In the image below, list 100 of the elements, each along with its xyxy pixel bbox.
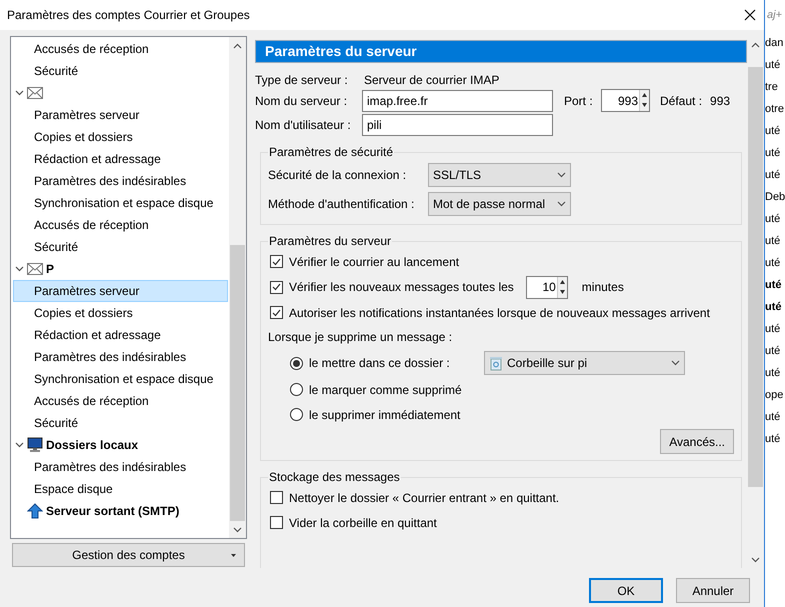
list-text-fragment: tre bbox=[765, 80, 779, 95]
checkbox-label[interactable]: Vérifier le courrier au lancement bbox=[289, 252, 460, 270]
tree-item[interactable]: Synchronisation et espace disque bbox=[13, 368, 228, 390]
expanded-chevron-icon[interactable] bbox=[14, 90, 24, 96]
list-text-fragment: uté bbox=[765, 146, 782, 161]
checkbox[interactable] bbox=[270, 280, 283, 294]
username-field[interactable]: pili bbox=[362, 114, 553, 136]
spinner-arrows-icon[interactable] bbox=[556, 276, 567, 298]
tree-item[interactable]: Rédaction et adressage bbox=[13, 324, 228, 346]
list-text-fragment: dan bbox=[765, 36, 784, 51]
upload-arrow-icon bbox=[27, 503, 43, 519]
dropdown-chevron-icon bbox=[671, 360, 680, 366]
tree-item[interactable]: Paramètres des indésirables bbox=[13, 346, 228, 368]
tree-item[interactable]: Sécurité bbox=[13, 60, 228, 82]
account-name[interactable]: Serveur sortant (SMTP) bbox=[46, 502, 180, 520]
list-text-fragment: uté bbox=[765, 58, 782, 73]
dropdown[interactable]: SSL/TLS bbox=[428, 162, 571, 186]
field-label: Port : bbox=[564, 92, 594, 110]
scroll-down-icon bbox=[233, 526, 242, 532]
radio-button[interactable] bbox=[290, 383, 303, 396]
tree-item[interactable]: Paramètres des indésirables bbox=[13, 170, 228, 192]
tree-item[interactable]: Sécurité bbox=[13, 236, 228, 258]
trash-can-icon bbox=[489, 356, 503, 370]
tree-item[interactable]: Copies et dossiers bbox=[13, 126, 228, 148]
list-text-fragment: uté bbox=[765, 366, 782, 381]
dropdown[interactable]: Mot de passe normal bbox=[428, 192, 571, 216]
list-text-fragment: uté bbox=[765, 410, 782, 425]
section-header: Paramètres du serveur bbox=[255, 40, 747, 63]
dialog-button[interactable]: Annuler bbox=[676, 578, 750, 603]
tree-item[interactable]: Accusés de réception bbox=[13, 38, 228, 60]
unit-label: minutes bbox=[582, 279, 624, 296]
group-title: Stockage des messages bbox=[268, 469, 401, 485]
dropdown[interactable]: Corbeille sur pi bbox=[484, 351, 685, 375]
radio-label[interactable]: le marquer comme supprimé bbox=[309, 380, 462, 398]
list-text-fragment: Deb bbox=[765, 190, 785, 205]
tree-item[interactable]: Rédaction et adressage bbox=[13, 148, 228, 170]
list-text-fragment: uté bbox=[765, 124, 782, 139]
dialog-button[interactable]: OK bbox=[589, 578, 663, 603]
list-text-fragment: uté bbox=[765, 322, 782, 337]
checkbox[interactable] bbox=[270, 306, 283, 319]
expanded-chevron-icon[interactable] bbox=[14, 442, 24, 448]
checkbox[interactable] bbox=[270, 255, 283, 268]
checkbox[interactable] bbox=[270, 491, 283, 504]
radio-button[interactable] bbox=[290, 356, 303, 370]
field-label: Sécurité de la connexion : bbox=[268, 166, 408, 184]
list-text-fragment: uté bbox=[765, 278, 782, 293]
interval-field[interactable]: 10 bbox=[526, 276, 568, 298]
advanced-button[interactable]: Avancés... bbox=[660, 429, 734, 454]
list-text-fragment: uté bbox=[765, 212, 782, 227]
account-actions-button[interactable]: Gestion des comptes bbox=[12, 543, 245, 567]
field-label: Méthode d'authentification : bbox=[268, 196, 416, 212]
tree-item[interactable]: Paramètres des indésirables bbox=[13, 456, 228, 478]
radio-label[interactable]: le supprimer immédiatement bbox=[309, 406, 460, 424]
checkmark-icon bbox=[272, 283, 281, 291]
list-text-fragment: uté bbox=[765, 256, 782, 271]
tree-item[interactable]: Paramètres serveur bbox=[13, 280, 228, 302]
spinner-arrows-icon[interactable] bbox=[639, 90, 649, 111]
tree-item[interactable]: Copies et dossiers bbox=[13, 302, 228, 324]
default-port-value: 993 bbox=[710, 92, 730, 110]
scroll-up-icon bbox=[751, 42, 760, 48]
scroll-up-icon bbox=[233, 42, 242, 48]
monitor-icon bbox=[27, 437, 43, 453]
scrollbar-thumb[interactable] bbox=[748, 67, 763, 487]
close-icon[interactable] bbox=[744, 9, 756, 21]
server-name-field[interactable]: imap.free.fr bbox=[362, 90, 553, 112]
radio-button[interactable] bbox=[290, 408, 303, 421]
checkmark-icon bbox=[272, 258, 281, 266]
checkbox[interactable] bbox=[270, 516, 283, 529]
dropdown-chevron-icon bbox=[557, 172, 566, 178]
server-type-value: Serveur de courrier IMAP bbox=[364, 72, 500, 89]
scrollbar-thumb[interactable] bbox=[230, 245, 245, 521]
tree-item[interactable]: Synchronisation et espace disque bbox=[13, 192, 228, 214]
port-field[interactable]: 993 bbox=[601, 89, 650, 112]
list-text-fragment: ope bbox=[765, 388, 784, 403]
checkbox-label[interactable]: Vider la corbeille en quittant bbox=[289, 514, 437, 532]
list-text-fragment: uté bbox=[765, 168, 782, 183]
tree-item[interactable]: Paramètres serveur bbox=[13, 104, 228, 126]
list-text-fragment: otre bbox=[765, 102, 785, 117]
expanded-chevron-icon[interactable] bbox=[14, 266, 24, 272]
window-title: Paramètres des comptes Courrier et Groupes bbox=[7, 7, 250, 24]
account-name[interactable]: Dossiers locaux bbox=[46, 436, 138, 454]
checkbox-label[interactable]: Nettoyer le dossier « Courrier entrant » en quittant. bbox=[289, 488, 560, 506]
radio-label[interactable]: le mettre dans ce dossier : bbox=[309, 354, 478, 372]
envelope-icon bbox=[27, 263, 43, 275]
tree-item[interactable]: Accusés de réception bbox=[13, 390, 228, 412]
list-text-fragment: uté bbox=[765, 300, 782, 315]
envelope-icon bbox=[27, 87, 43, 99]
tree-item[interactable]: Accusés de réception bbox=[13, 214, 228, 236]
tree-item[interactable]: Sécurité bbox=[13, 412, 228, 434]
checkbox-label[interactable]: Vérifier les nouveaux messages toutes les bbox=[289, 278, 514, 296]
field-label: Défaut : bbox=[660, 92, 702, 110]
checkbox-label[interactable]: Autoriser les notifications instantanées lorsque de nouveaux messages arrivent bbox=[289, 304, 710, 322]
scrollbar[interactable] bbox=[229, 37, 246, 538]
tree-item[interactable]: Espace disque bbox=[13, 478, 228, 500]
list-text-fragment: uté bbox=[765, 432, 782, 447]
account-name[interactable]: P bbox=[46, 260, 54, 278]
checkmark-icon bbox=[272, 308, 281, 316]
search-hint: aj+ bbox=[766, 8, 783, 23]
list-text-fragment: uté bbox=[765, 344, 782, 359]
field-label: Nom d'utilisateur : bbox=[255, 117, 352, 134]
